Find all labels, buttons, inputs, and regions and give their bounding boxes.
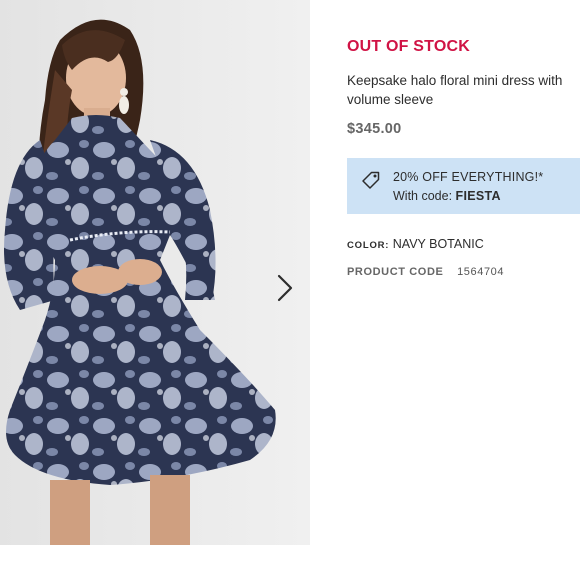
color-label: COLOR: [347, 240, 390, 251]
color-row: COLOR: NAVY BOTANIC [347, 237, 484, 251]
product-title: Keepsake halo floral mini dress with vol… [347, 73, 563, 107]
product-code-row: PRODUCT CODE 1564704 [347, 266, 504, 278]
stock-status: OUT OF STOCK [347, 38, 470, 55]
promo-code-line: With code: FIESTA [393, 189, 501, 203]
product-code-label: PRODUCT CODE [347, 266, 444, 278]
chevron-right-icon [276, 273, 294, 303]
product-code-value: 1564704 [457, 266, 505, 278]
promo-banner: 20% OFF EVERYTHING!* With code: FIESTA [347, 158, 580, 214]
product-price: $345.00 [347, 121, 402, 137]
tag-icon [361, 170, 381, 195]
color-value: NAVY BOTANIC [392, 237, 484, 251]
promo-code: FIESTA [455, 189, 501, 203]
promo-headline: 20% OFF EVERYTHING!* [393, 170, 544, 184]
gallery-next-button[interactable] [268, 268, 302, 308]
promo-code-prefix: With code: [393, 189, 453, 203]
product-image[interactable] [0, 0, 310, 545]
